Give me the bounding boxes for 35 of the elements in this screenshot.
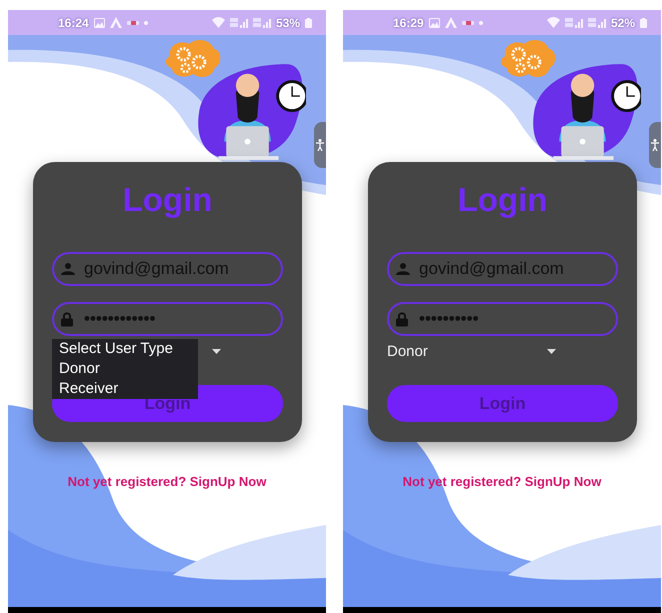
wifi-icon	[212, 17, 225, 28]
login-title: Login	[456, 180, 548, 220]
dot-icon	[478, 20, 483, 24]
login-title: Login	[122, 180, 214, 220]
battery-percent: 53%	[276, 14, 300, 32]
signal-icon	[252, 17, 271, 28]
triangle-icon	[444, 17, 457, 28]
accessibility-icon	[651, 139, 659, 151]
person-icon	[61, 263, 75, 275]
caret-icon[interactable]	[547, 349, 556, 354]
status-time: 16:29	[393, 14, 424, 32]
signal-icon	[564, 17, 583, 28]
battery-icon	[640, 18, 647, 28]
status-time: 16:24	[58, 14, 89, 32]
user-type-dropdown[interactable]: Donor	[387, 342, 567, 362]
accessibility-icon	[316, 139, 324, 151]
flag-icon	[126, 20, 139, 24]
dropdown-option[interactable]: Select User Type	[59, 339, 191, 359]
dot-icon	[144, 20, 148, 24]
triangle-icon	[110, 17, 122, 28]
caret-icon[interactable]	[212, 349, 221, 354]
person-icon	[396, 263, 410, 275]
dropdown-option[interactable]: Donor	[59, 359, 191, 379]
accessibility-tab[interactable]	[314, 122, 326, 168]
photo-icon	[428, 18, 440, 28]
battery-percent: 52%	[610, 14, 635, 32]
signal-icon	[230, 17, 248, 28]
flag-icon	[462, 20, 474, 24]
photo-icon	[94, 18, 105, 28]
battery-icon	[305, 18, 312, 28]
accessibility-tab[interactable]	[649, 122, 661, 168]
signal-icon	[588, 17, 606, 28]
lock-icon	[396, 312, 408, 326]
lock-icon	[61, 312, 73, 326]
wifi-icon	[546, 17, 560, 28]
